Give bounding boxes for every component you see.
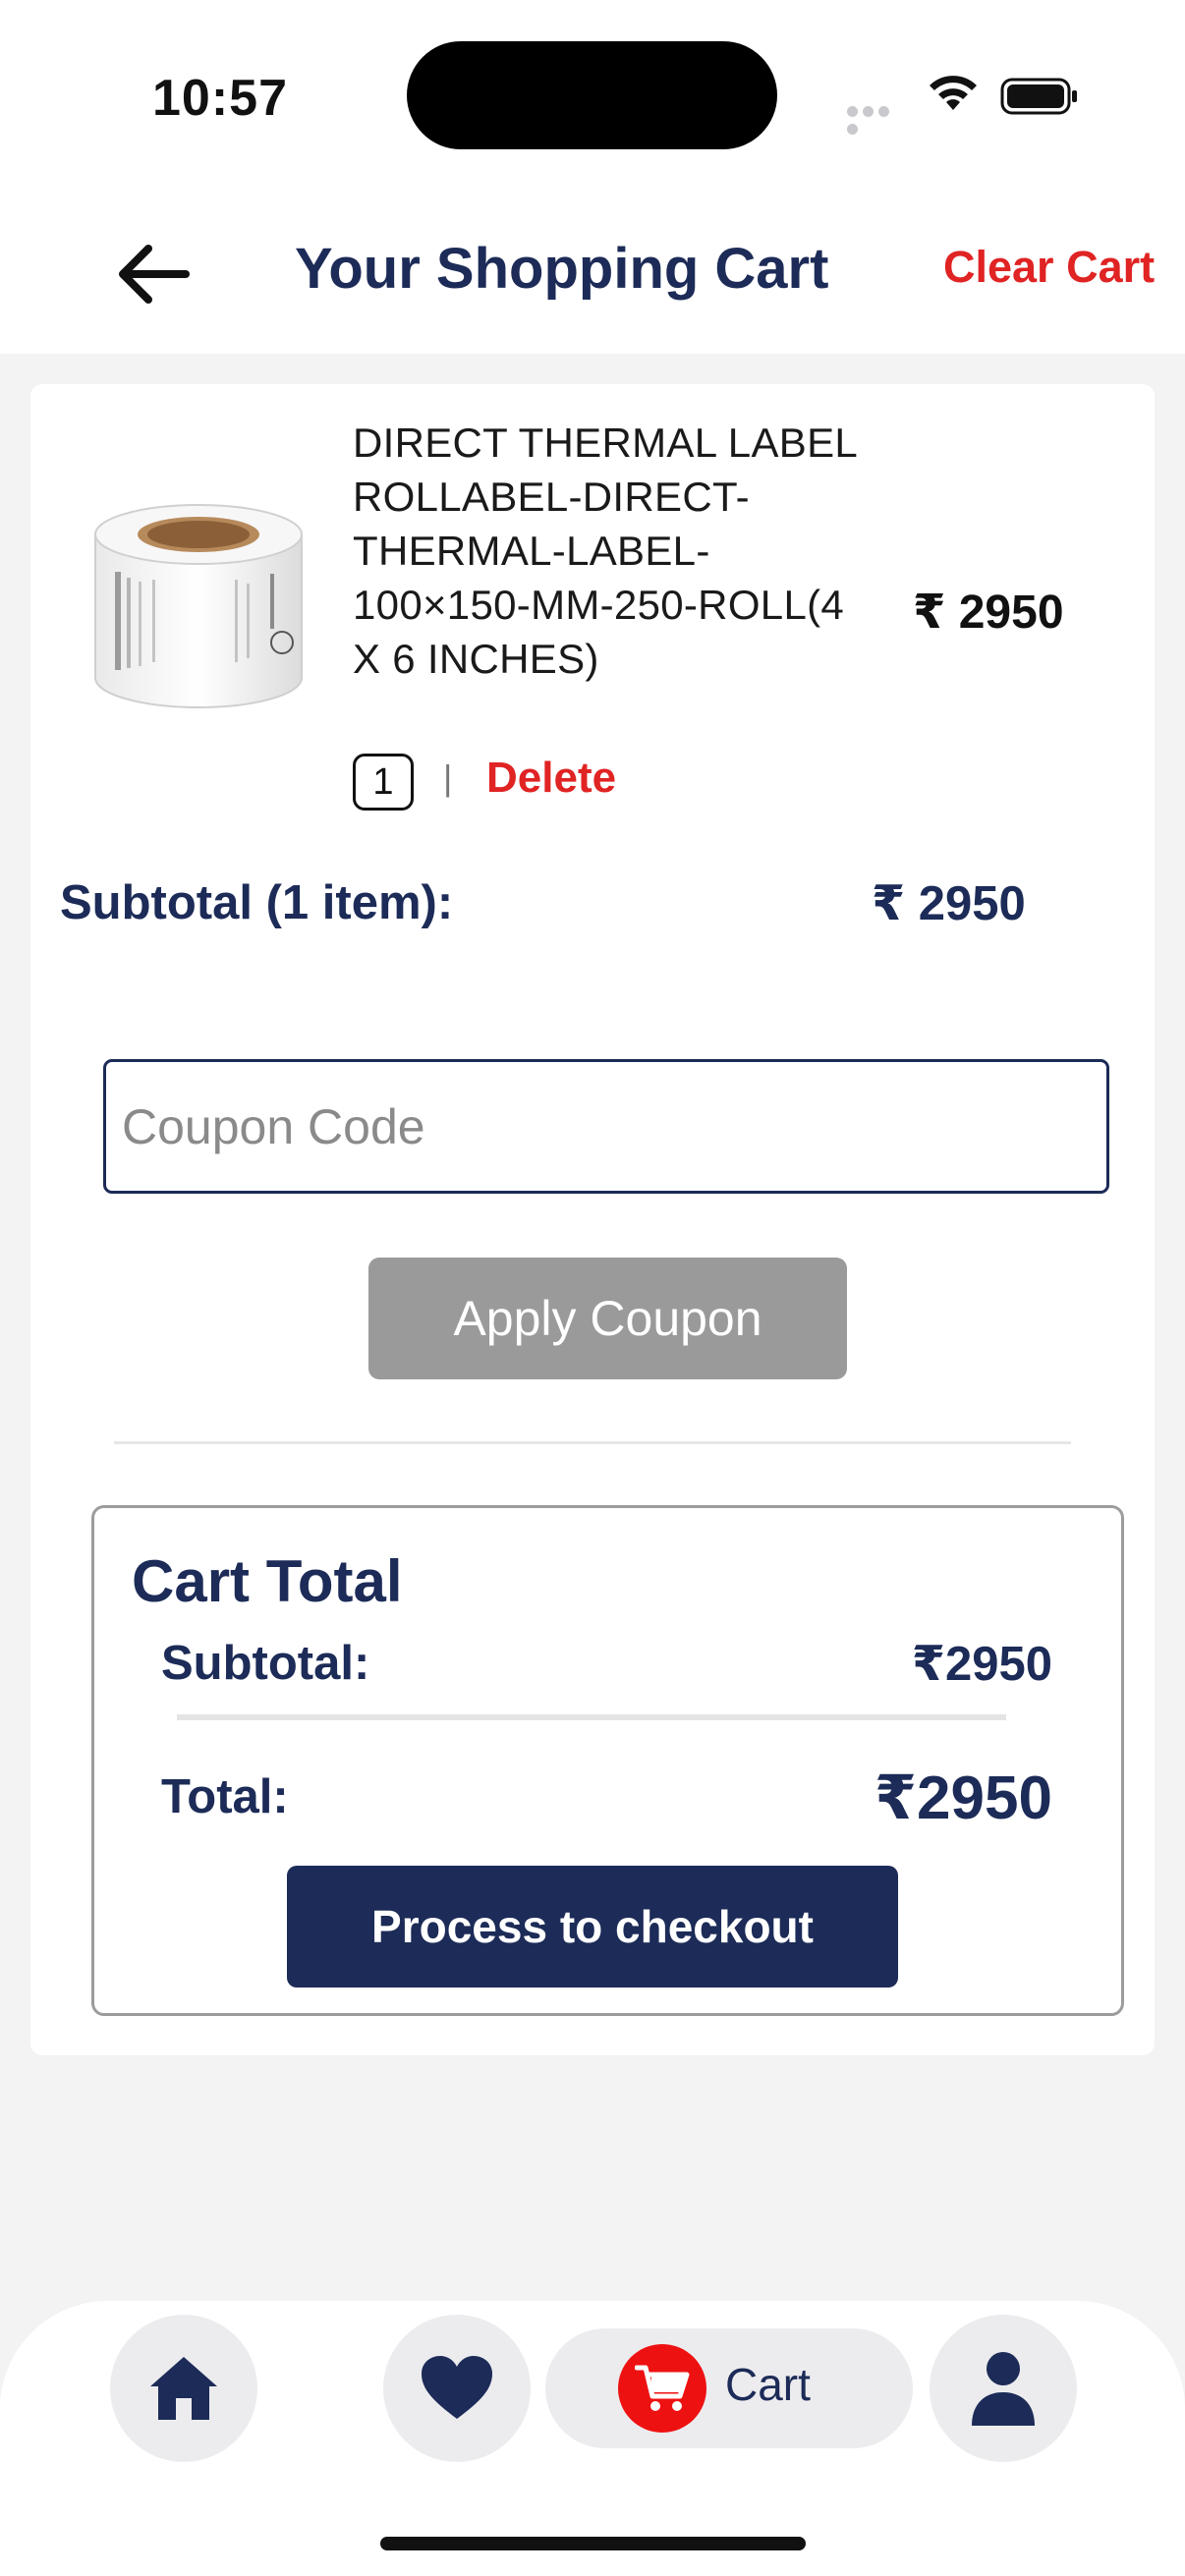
apply-coupon-button[interactable]: Apply Coupon [368, 1258, 847, 1379]
heart-icon [422, 2356, 492, 2419]
product-price: ₹ 2950 [913, 587, 1064, 639]
cart-subtotal-value: ₹2950 [911, 1638, 1052, 1691]
cart-icon-badge [618, 2344, 706, 2433]
quantity-box[interactable]: 1 [353, 754, 414, 811]
wifi-icon [930, 76, 977, 110]
total-divider [177, 1714, 1006, 1720]
home-indicator [380, 2537, 806, 2550]
user-icon [972, 2352, 1035, 2426]
nav-profile-button[interactable] [930, 2315, 1077, 2462]
delete-item-button[interactable]: Delete [486, 754, 616, 803]
home-icon [150, 2357, 217, 2420]
product-name[interactable]: DIRECT THERMAL LABEL ROLLABEL-DIRECT-THE… [353, 416, 864, 686]
arrow-left-icon [119, 245, 190, 304]
clear-cart-button[interactable]: Clear Cart [943, 242, 1155, 293]
section-divider [114, 1441, 1071, 1444]
separator: | [443, 757, 453, 798]
cart-content-card: DIRECT THERMAL LABEL ROLLABEL-DIRECT-THE… [30, 384, 1155, 2055]
nav-cart-label: Cart [725, 2359, 811, 2410]
cart-total-label: Total: [161, 1770, 289, 1823]
cellular-signal-icon [847, 104, 908, 135]
shopping-cart-screen: 10:57 Your Shopping Cart Clear Cart DIRE… [0, 0, 1185, 2576]
page-title: Your Shopping Cart [295, 237, 829, 301]
nav-cart-button[interactable]: Cart [545, 2328, 913, 2448]
cart-total-panel: Cart Total Subtotal: ₹2950 Total: ₹2950 … [91, 1505, 1124, 2016]
app-header: Your Shopping Cart Clear Cart [0, 177, 1185, 354]
dynamic-island [407, 41, 777, 149]
subtotal-label: Subtotal (1 item): [60, 876, 454, 929]
back-button[interactable] [106, 228, 198, 320]
battery-icon [1000, 78, 1077, 115]
status-bar: 10:57 [0, 0, 1185, 177]
subtotal-value: ₹ 2950 [872, 877, 1026, 930]
coupon-code-input[interactable] [103, 1059, 1109, 1194]
checkout-button[interactable]: Process to checkout [287, 1866, 898, 1988]
nav-home-button[interactable] [110, 2315, 257, 2462]
cart-icon [635, 2365, 690, 2411]
product-image [94, 504, 303, 708]
cart-total-title: Cart Total [132, 1548, 403, 1614]
status-time: 10:57 [152, 70, 288, 127]
nav-favorites-button[interactable] [383, 2315, 531, 2462]
cart-total-value: ₹2950 [874, 1764, 1052, 1832]
cart-subtotal-label: Subtotal: [161, 1637, 370, 1690]
